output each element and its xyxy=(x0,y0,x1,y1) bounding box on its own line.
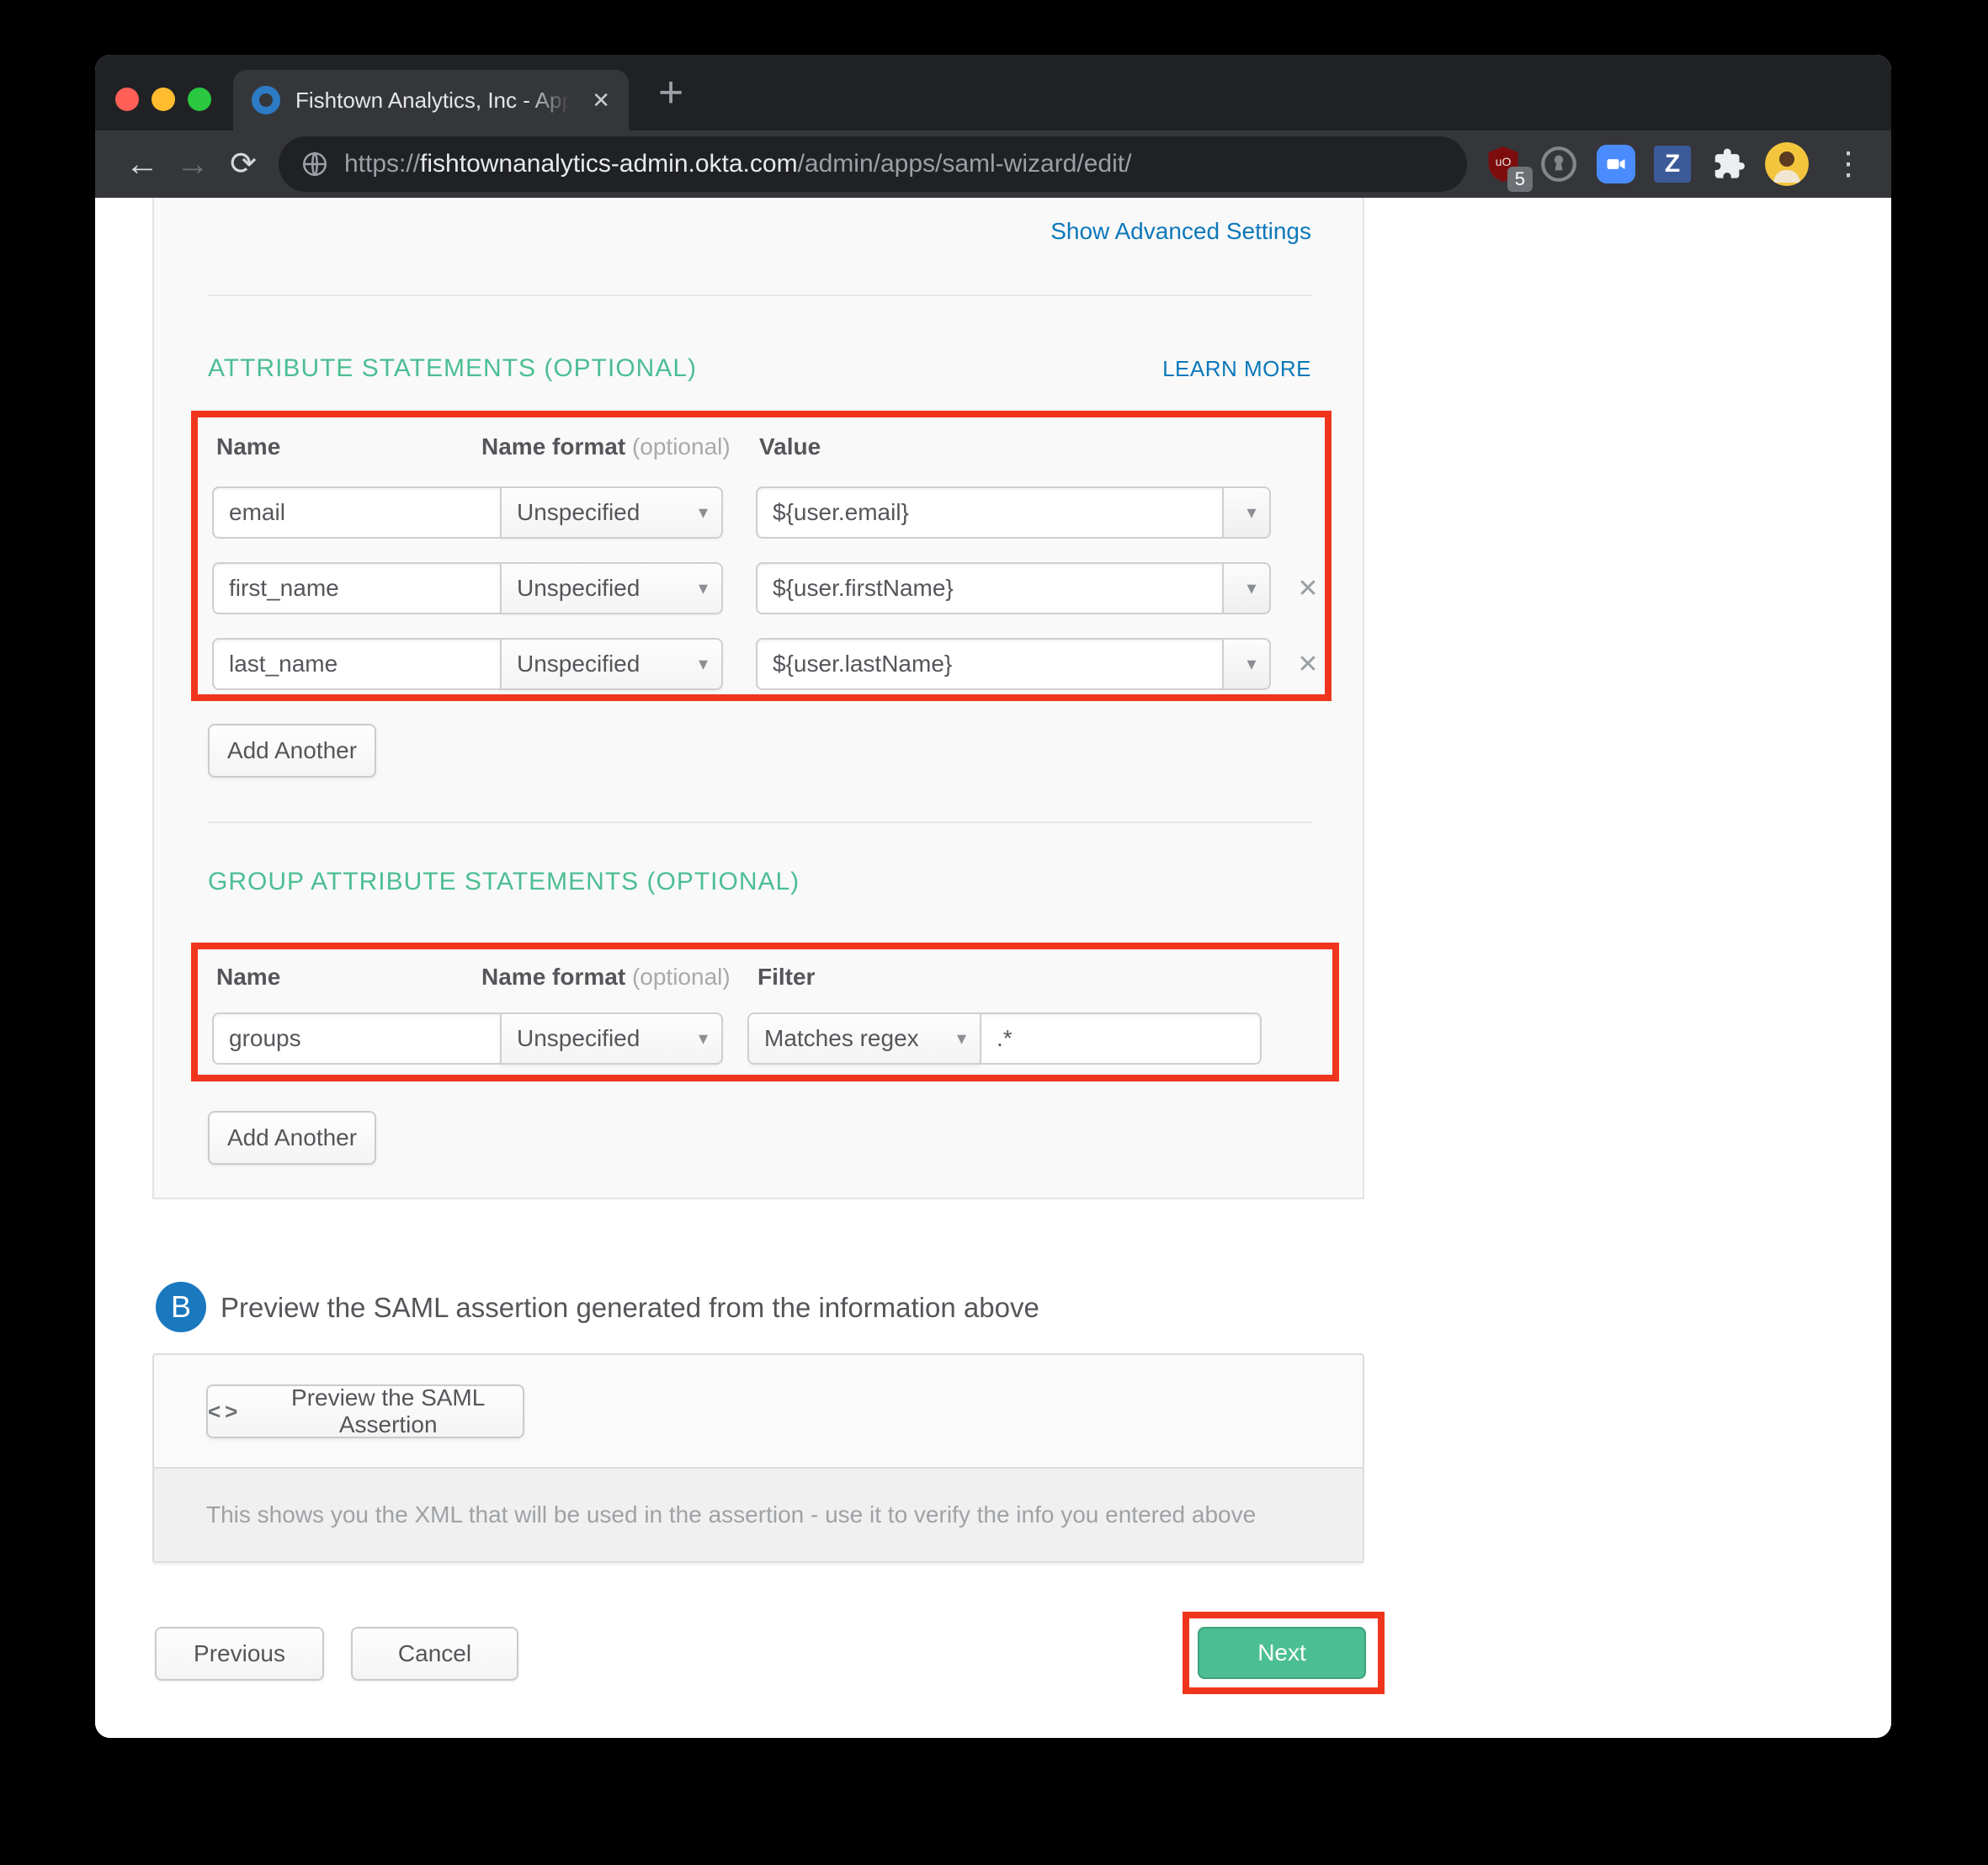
chevron-down-icon: ▾ xyxy=(1246,653,1256,675)
group-name-input[interactable] xyxy=(212,1012,502,1065)
minimize-window-button[interactable] xyxy=(151,88,175,111)
chevron-down-icon: ▾ xyxy=(699,502,708,523)
preview-note: This shows you the XML that will be used… xyxy=(206,1501,1256,1528)
preview-note-area: This shows you the XML that will be used… xyxy=(154,1467,1363,1561)
browser-tab[interactable]: Fishtown Analytics, Inc - Applic ✕ xyxy=(233,70,629,130)
preview-assertion-box: <>Preview the SAML Assertion This shows … xyxy=(152,1353,1364,1563)
zoom-window-button[interactable] xyxy=(188,88,211,111)
attribute-value-input[interactable] xyxy=(756,562,1222,614)
chevron-down-icon: ▾ xyxy=(699,577,708,599)
value-dropdown-button[interactable]: ▾ xyxy=(1222,562,1271,614)
add-another-button[interactable]: Add Another xyxy=(208,724,376,778)
puzzle-icon xyxy=(1709,146,1746,183)
profile-avatar[interactable] xyxy=(1765,142,1809,186)
extensions-puzzle-button[interactable] xyxy=(1709,146,1746,183)
attribute-value-combo: ▾ xyxy=(756,638,1271,690)
group-attribute-statements-heading: GROUP ATTRIBUTE STATEMENTS (OPTIONAL) xyxy=(208,868,800,896)
back-icon[interactable]: ← xyxy=(117,130,167,198)
column-header-format: Name format (optional) xyxy=(481,964,731,991)
avatar-icon xyxy=(1765,142,1809,186)
remove-row-icon[interactable]: ✕ xyxy=(1289,638,1326,690)
tab-strip: Fishtown Analytics, Inc - Applic ✕ + xyxy=(95,55,1891,130)
address-bar[interactable]: https://fishtownanalytics-admin.okta.com… xyxy=(279,136,1467,192)
divider xyxy=(208,821,1311,823)
group-format-select[interactable]: Unspecified▾ xyxy=(500,1012,723,1065)
forward-icon[interactable]: → xyxy=(167,130,218,198)
traffic-lights xyxy=(115,88,211,111)
svg-text:uO: uO xyxy=(1496,155,1512,168)
divider xyxy=(208,295,1311,296)
value-dropdown-button[interactable]: ▾ xyxy=(1222,638,1271,690)
chevron-down-icon: ▾ xyxy=(699,1028,708,1049)
cancel-button[interactable]: Cancel xyxy=(351,1627,518,1681)
video-call-extension-button[interactable] xyxy=(1597,145,1635,183)
z-extension-button[interactable]: Z xyxy=(1654,146,1691,183)
add-another-button[interactable]: Add Another xyxy=(208,1111,376,1165)
attribute-name-input[interactable] xyxy=(212,562,502,614)
okta-favicon-icon xyxy=(252,86,280,114)
password-extension-button[interactable] xyxy=(1539,145,1578,183)
new-tab-button[interactable]: + xyxy=(647,71,694,118)
attribute-statements-heading: ATTRIBUTE STATEMENTS (OPTIONAL) xyxy=(208,354,697,383)
step-b-badge: B xyxy=(156,1282,206,1332)
chevron-down-icon: ▾ xyxy=(957,1028,966,1049)
attribute-format-select[interactable]: Unspecified▾ xyxy=(500,486,723,539)
group-filter-value-input[interactable] xyxy=(980,1012,1262,1065)
url-scheme: https:// xyxy=(344,150,420,178)
url-domain: fishtownanalytics-admin.okta.com xyxy=(420,150,798,178)
column-header-format-note: (optional) xyxy=(632,433,731,460)
previous-button[interactable]: Previous xyxy=(155,1627,324,1681)
saml-settings-panel: Show Advanced Settings ATTRIBUTE STATEME… xyxy=(152,198,1364,1199)
chevron-down-icon: ▾ xyxy=(1246,502,1256,523)
z-letter-icon: Z xyxy=(1654,146,1691,183)
chevron-down-icon: ▾ xyxy=(1246,577,1256,599)
attribute-name-input[interactable] xyxy=(212,486,502,539)
column-header-format: Name format (optional) xyxy=(481,433,731,460)
learn-more-link[interactable]: LEARN MORE xyxy=(1162,356,1311,382)
video-camera-icon xyxy=(1597,145,1635,183)
attribute-value-combo: ▾ xyxy=(756,562,1271,614)
browser-toolbar: ← → ⟳ https://fishtownanalytics-admin.ok… xyxy=(95,130,1891,198)
preview-saml-assertion-button[interactable]: <>Preview the SAML Assertion xyxy=(206,1384,524,1438)
column-header-value: Value xyxy=(759,433,821,460)
value-dropdown-button[interactable]: ▾ xyxy=(1222,486,1271,539)
column-header-name: Name xyxy=(216,433,280,460)
browser-menu-icon[interactable]: ⋮ xyxy=(1827,148,1869,180)
url-path: /admin/apps/saml-wizard/edit/ xyxy=(798,150,1132,178)
keyhole-icon xyxy=(1539,145,1578,183)
group-filter-type-select[interactable]: Matches regex▾ xyxy=(747,1012,981,1065)
page-content: Show Advanced Settings ATTRIBUTE STATEME… xyxy=(95,198,1891,1738)
step-b-title: Preview the SAML assertion generated fro… xyxy=(221,1292,1039,1324)
code-icon: <> xyxy=(208,1399,242,1425)
attribute-value-input[interactable] xyxy=(756,638,1222,690)
tab-close-icon[interactable]: ✕ xyxy=(592,88,610,114)
adblock-badge: 5 xyxy=(1507,167,1533,192)
browser-window: Fishtown Analytics, Inc - Applic ✕ + ← →… xyxy=(95,55,1891,1738)
attribute-value-input[interactable] xyxy=(756,486,1222,539)
column-header-filter: Filter xyxy=(757,964,815,991)
extensions-area: uO 5 Z ⋮ xyxy=(1486,142,1869,186)
attribute-format-select[interactable]: Unspecified▾ xyxy=(500,562,723,614)
url-text: https://fishtownanalytics-admin.okta.com… xyxy=(344,150,1131,178)
reload-icon[interactable]: ⟳ xyxy=(218,130,268,198)
attribute-name-input[interactable] xyxy=(212,638,502,690)
remove-row-icon[interactable]: ✕ xyxy=(1289,562,1326,614)
adblock-extension-button[interactable]: uO 5 xyxy=(1486,145,1521,183)
close-window-button[interactable] xyxy=(115,88,139,111)
globe-icon xyxy=(300,150,329,178)
tab-title: Fishtown Analytics, Inc - Applic xyxy=(295,88,577,114)
attribute-format-select[interactable]: Unspecified▾ xyxy=(500,638,723,690)
chevron-down-icon: ▾ xyxy=(699,653,708,675)
next-button[interactable]: Next xyxy=(1198,1627,1366,1679)
column-header-format-note: (optional) xyxy=(632,964,731,990)
column-header-name: Name xyxy=(216,964,280,991)
show-advanced-settings-link[interactable]: Show Advanced Settings xyxy=(1050,218,1311,245)
attribute-value-combo: ▾ xyxy=(756,486,1271,539)
